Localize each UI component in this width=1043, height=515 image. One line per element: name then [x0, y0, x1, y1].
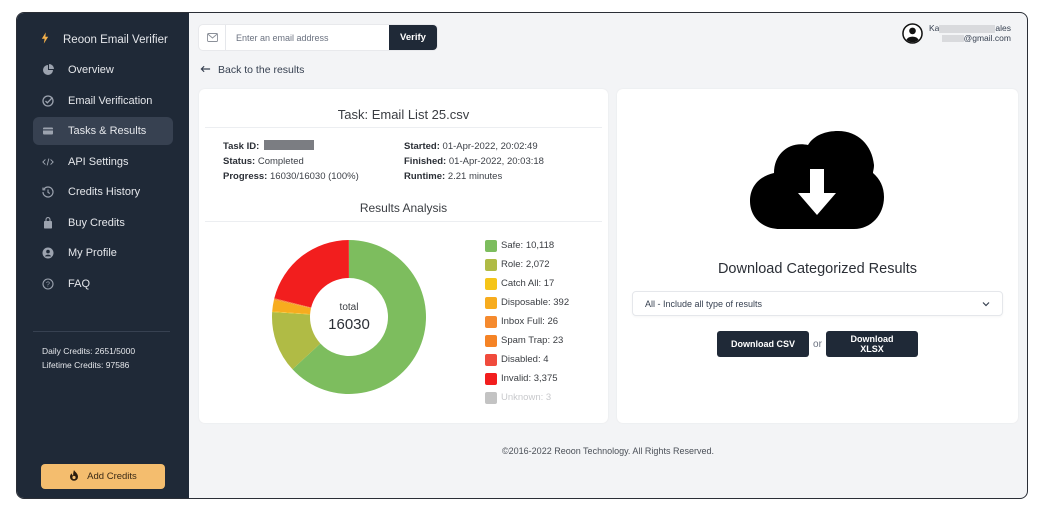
- redacted-name: [939, 24, 996, 33]
- footer-copyright: ©2016-2022 Reoon Technology. All Rights …: [502, 446, 714, 456]
- task-status: Status: Completed: [223, 156, 304, 167]
- task-runtime: Runtime: 2.21 minutes: [404, 171, 503, 182]
- task-started: Started: 01-Apr-2022, 20:02:49: [404, 141, 538, 152]
- download-buttons: Download CSV or Download XLSX: [617, 331, 1018, 357]
- lightning-bolt-icon: [41, 32, 51, 47]
- brand-name: Reoon Email Verifier: [63, 33, 168, 46]
- legend-swatch: [485, 296, 497, 309]
- task-title: Task: Email List 25.csv: [337, 107, 470, 122]
- sidebar-divider: [33, 331, 170, 332]
- legend-swatch: [485, 277, 497, 290]
- result-type-select[interactable]: All - Include all type of results: [632, 291, 1003, 316]
- sidebar-nav: Overview Email Verification Tasks & Resu…: [33, 56, 173, 300]
- question-circle-icon: ?: [41, 277, 55, 291]
- sidebar-item-tasks-results[interactable]: Tasks & Results: [33, 117, 173, 145]
- lifetime-credits: Lifetime Credits: 97586: [42, 360, 130, 370]
- results-analysis-title: Results Analysis: [359, 201, 448, 215]
- sidebar-item-label: Overview: [68, 64, 114, 76]
- sidebar-item-my-profile[interactable]: My Profile: [33, 239, 173, 267]
- legend-swatch: [485, 372, 497, 385]
- legend-item-inbox-full[interactable]: Inbox Full: 26: [485, 312, 569, 331]
- chevron-down-icon: [982, 299, 990, 309]
- app-window: Reoon Email Verifier Overview Email Veri…: [16, 12, 1028, 499]
- user-name: Ka ales: [929, 23, 1011, 33]
- email-verify-form: Verify: [199, 25, 437, 50]
- legend-swatch: [485, 334, 497, 347]
- download-card: Download Categorized Results All - Inclu…: [617, 89, 1018, 423]
- user-email: @gmail.com: [929, 33, 1011, 43]
- verify-button[interactable]: Verify: [389, 25, 437, 50]
- add-credits-label: Add Credits: [87, 471, 137, 482]
- legend-swatch: [485, 258, 497, 271]
- credit-card-icon: [41, 124, 55, 138]
- legend-swatch: [485, 315, 497, 328]
- chart-legend: Safe: 10,118 Role: 2,072 Catch All: 17 D…: [485, 236, 569, 407]
- brand[interactable]: Reoon Email Verifier: [41, 32, 168, 47]
- legend-swatch: [485, 353, 497, 366]
- fire-icon: [69, 469, 79, 484]
- user-avatar-icon: [902, 23, 923, 49]
- check-circle-icon: [41, 94, 55, 108]
- history-icon: [41, 185, 55, 199]
- user-menu[interactable]: Ka ales @gmail.com: [902, 23, 1011, 49]
- legend-swatch: [485, 239, 497, 252]
- download-xlsx-button[interactable]: Download XLSX: [825, 331, 918, 357]
- code-icon: [41, 155, 55, 169]
- download-csv-button[interactable]: Download CSV: [717, 331, 810, 357]
- select-value: All - Include all type of results: [645, 298, 763, 309]
- legend-item-unknown[interactable]: Unknown: 3: [485, 388, 569, 407]
- user-info: Ka ales @gmail.com: [929, 23, 1011, 43]
- back-link-label: Back to the results: [218, 64, 305, 76]
- redacted-task-id: [263, 140, 314, 150]
- download-title: Download Categorized Results: [717, 261, 918, 277]
- legend-item-disposable[interactable]: Disposable: 392: [485, 293, 569, 312]
- task-meta-right: Started: 01-Apr-2022, 20:02:49 Finished:…: [404, 139, 544, 184]
- task-finished: Finished: 01-Apr-2022, 20:03:18: [404, 156, 544, 167]
- sidebar-item-label: Email Verification: [68, 94, 153, 107]
- sidebar-item-label: Tasks & Results: [68, 125, 147, 137]
- daily-credits: Daily Credits: 2651/5000: [42, 346, 136, 356]
- cloud-download-icon: [750, 131, 884, 229]
- sidebar-item-email-verification[interactable]: Email Verification: [33, 87, 173, 115]
- task-card: Task: Email List 25.csv Task ID: Status:…: [199, 89, 608, 423]
- task-progress: Progress: 16030/16030 (100%): [223, 171, 359, 182]
- legend-item-invalid[interactable]: Invalid: 3,375: [485, 369, 569, 388]
- sidebar-item-credits-history[interactable]: Credits History: [33, 178, 173, 206]
- divider: [205, 221, 602, 222]
- results-donut-chart: [272, 240, 426, 394]
- sidebar-item-label: My Profile: [68, 247, 117, 259]
- sidebar-item-overview[interactable]: Overview: [33, 56, 173, 84]
- legend-swatch: [485, 391, 497, 404]
- legend-item-role[interactable]: Role: 2,072: [485, 255, 569, 274]
- sidebar-item-label: API Settings: [68, 155, 129, 168]
- donut-slice-invalid[interactable]: [274, 240, 349, 308]
- legend-item-safe[interactable]: Safe: 10,118: [485, 236, 569, 255]
- task-meta-left: Task ID: Status: Completed Progress: 160…: [223, 139, 359, 184]
- sidebar-item-faq[interactable]: ? FAQ: [33, 270, 173, 298]
- sidebar: Reoon Email Verifier Overview Email Veri…: [17, 13, 189, 498]
- arrow-left-icon: [200, 64, 211, 76]
- legend-item-catch-all[interactable]: Catch All: 17: [485, 274, 569, 293]
- sidebar-item-buy-credits[interactable]: Buy Credits: [33, 209, 173, 237]
- sidebar-item-label: FAQ: [68, 277, 91, 290]
- sidebar-item-label: Credits History: [68, 186, 141, 198]
- redacted-email: [941, 35, 964, 43]
- svg-text:?: ?: [46, 281, 50, 288]
- email-input[interactable]: [226, 25, 389, 50]
- mail-icon: [199, 25, 226, 50]
- sidebar-item-api-settings[interactable]: API Settings: [33, 148, 173, 176]
- task-id: Task ID:: [223, 139, 359, 154]
- sidebar-item-label: Buy Credits: [68, 216, 125, 229]
- or-separator: or: [813, 338, 822, 350]
- divider: [205, 127, 602, 128]
- legend-item-disabled[interactable]: Disabled: 4: [485, 350, 569, 369]
- legend-item-spam-trap[interactable]: Spam Trap: 23: [485, 331, 569, 350]
- add-credits-button[interactable]: Add Credits: [41, 464, 165, 489]
- user-circle-icon: [41, 246, 55, 260]
- back-to-results-link[interactable]: Back to the results: [200, 64, 304, 76]
- pie-chart-icon: [41, 63, 55, 77]
- shopping-bag-icon: [41, 216, 55, 230]
- credits-summary: Daily Credits: 2651/5000 Lifetime Credit…: [42, 344, 135, 372]
